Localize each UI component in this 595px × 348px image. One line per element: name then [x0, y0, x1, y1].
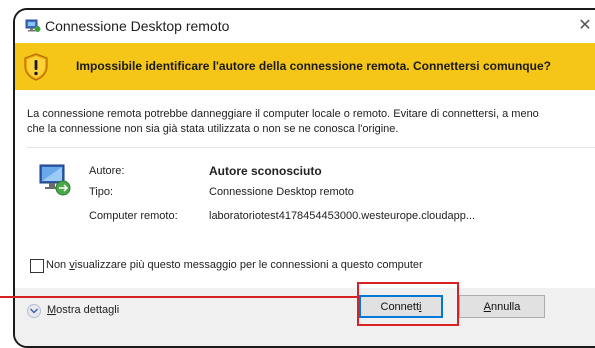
description-text: La connessione remota potrebbe danneggia…: [27, 108, 539, 135]
cancel-button[interactable]: Annulla: [459, 295, 545, 318]
warning-message: Impossibile identificare l'autore della …: [76, 59, 551, 73]
author-value: Autore sconosciuto: [209, 164, 322, 178]
dont-show-again-label[interactable]: Non visualizzare più questo messaggio pe…: [46, 259, 423, 271]
title-bar: Connessione Desktop remoto ✕: [15, 10, 595, 43]
remote-computer-value: laboratoriotest4178454453000.westeurope.…: [209, 210, 476, 222]
type-value: Connessione Desktop remoto: [209, 186, 354, 198]
author-label: Autore:: [89, 165, 125, 177]
window-title: Connessione Desktop remoto: [45, 18, 230, 34]
highlight-box: [357, 282, 459, 326]
warning-shield-icon: [23, 53, 49, 81]
show-details-link[interactable]: Mostra dettagli: [47, 304, 119, 316]
close-icon[interactable]: ✕: [575, 16, 595, 36]
remote-computer-label: Computer remoto:: [89, 210, 178, 222]
warning-banner: Impossibile identificare l'autore della …: [15, 43, 595, 90]
divider: [27, 147, 595, 148]
remote-desktop-icon: [25, 19, 41, 33]
dont-show-again-checkbox[interactable]: [30, 259, 44, 273]
computer-network-icon: [37, 163, 73, 199]
type-label: Tipo:: [89, 186, 114, 198]
expand-chevron-icon[interactable]: [27, 304, 41, 318]
highlight-pointer-line: [0, 296, 358, 298]
